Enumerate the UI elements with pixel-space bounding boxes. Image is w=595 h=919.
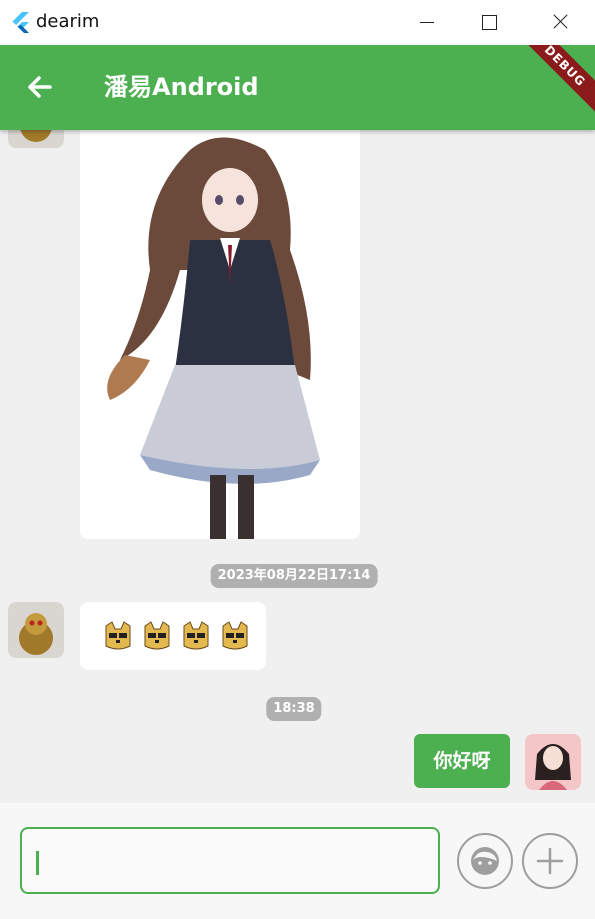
debug-banner: DEBUG: [507, 45, 595, 124]
emoji-face-icon: [471, 847, 499, 875]
text-caret: [36, 851, 39, 875]
timestamp-pill: 18:38: [266, 697, 322, 721]
doge-emoji-icon: [144, 621, 170, 650]
message-input[interactable]: [20, 827, 440, 894]
back-arrow-icon: [28, 76, 52, 98]
anime-girl-image: [80, 130, 360, 539]
emoji-message[interactable]: [80, 602, 266, 670]
close-button[interactable]: [525, 0, 595, 45]
app-bar: 潘易Android DEBUG: [0, 45, 595, 130]
peer-avatar[interactable]: [8, 602, 64, 658]
peer-avatar[interactable]: [8, 130, 64, 148]
input-bar: [0, 803, 595, 919]
add-button[interactable]: [522, 833, 578, 889]
emoji-button[interactable]: [457, 833, 513, 889]
doge-emoji-icon: [105, 621, 131, 650]
timestamp-pill: 2023年08月22日17:14: [210, 564, 378, 588]
doge-emoji-icon: [183, 621, 209, 650]
chat-list[interactable]: 2023年08月22日17:14 18:38 你好呀: [0, 130, 595, 803]
window-titlebar: dearim: [0, 0, 595, 45]
plus-icon: [536, 847, 564, 875]
doge-emoji-icon: [222, 621, 248, 650]
maximize-button[interactable]: [455, 0, 525, 45]
image-message[interactable]: [80, 130, 360, 539]
flutter-logo-icon: [12, 12, 29, 33]
self-avatar[interactable]: [525, 734, 581, 790]
page-title: 潘易Android: [104, 73, 259, 101]
back-button[interactable]: [20, 67, 60, 107]
self-text-message[interactable]: 你好呀: [414, 734, 510, 788]
window-title: dearim: [36, 11, 100, 32]
